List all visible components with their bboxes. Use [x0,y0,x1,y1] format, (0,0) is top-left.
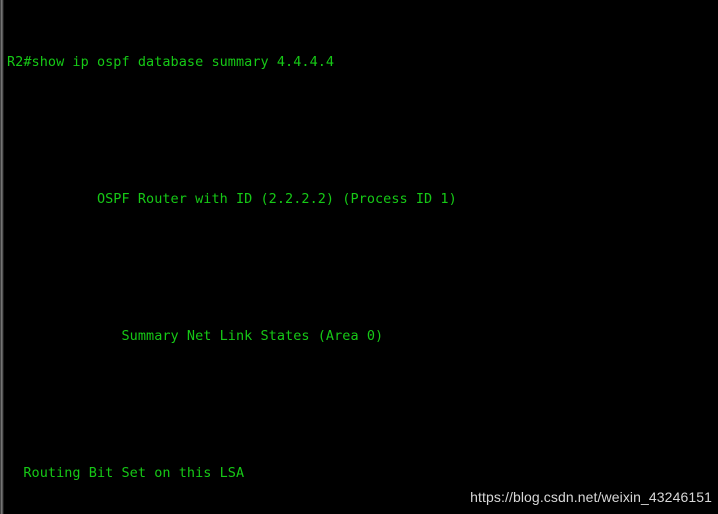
area0-lsa-line: Routing Bit Set on this LSA [7,464,245,481]
terminal-window[interactable]: R2#show ip ospf database summary 4.4.4.4… [0,0,718,514]
terminal-output-area[interactable]: R2#show ip ospf database summary 4.4.4.4… [7,3,718,514]
window-left-edge-strip [0,0,4,514]
watermark-url: https://blog.csdn.net/weixin_43246151 [470,489,712,505]
ospf-router-header: OSPF Router with ID (2.2.2.2) (Process I… [7,191,457,208]
command-prompt-line: R2#show ip ospf database summary 4.4.4.4 [7,54,335,71]
area0-section-header: Summary Net Link States (Area 0) [7,327,384,344]
